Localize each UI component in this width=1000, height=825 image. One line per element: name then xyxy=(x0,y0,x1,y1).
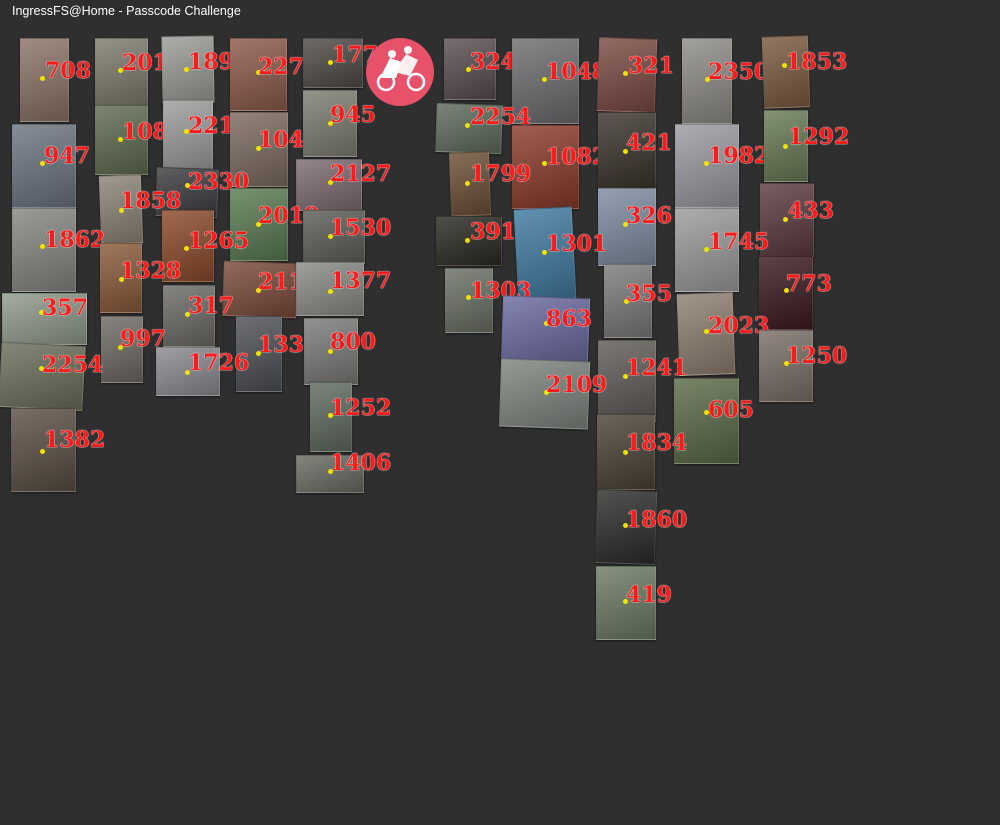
photo-tile[interactable] xyxy=(236,316,282,392)
photo-tile[interactable] xyxy=(445,268,493,333)
photo-tile[interactable] xyxy=(20,38,69,122)
photo-tile[interactable] xyxy=(512,38,579,124)
photo-tile[interactable] xyxy=(296,262,364,316)
photo-tile[interactable] xyxy=(303,210,365,264)
photo-tile[interactable] xyxy=(222,260,298,319)
photo-tile[interactable] xyxy=(675,208,739,292)
photo-tile[interactable] xyxy=(12,124,76,208)
photo-tile[interactable] xyxy=(0,341,86,412)
photo-tile[interactable] xyxy=(296,455,364,493)
photo-tile[interactable] xyxy=(676,292,736,376)
photo-tile[interactable] xyxy=(759,330,813,402)
photo-tile[interactable] xyxy=(500,295,591,364)
photo-tile[interactable] xyxy=(761,35,811,109)
photo-tile[interactable] xyxy=(163,100,213,172)
photo-tile[interactable] xyxy=(674,378,739,464)
photo-tile[interactable] xyxy=(448,151,492,217)
photo-tile[interactable] xyxy=(596,37,658,113)
photo-tile[interactable] xyxy=(598,340,656,422)
photo-tile[interactable] xyxy=(161,35,215,104)
photo-tile[interactable] xyxy=(594,488,658,566)
photo-tile[interactable] xyxy=(604,264,652,338)
photo-tile[interactable] xyxy=(436,216,502,266)
photo-tile[interactable] xyxy=(162,210,214,282)
photo-tile[interactable] xyxy=(597,414,655,490)
photo-tile[interactable] xyxy=(444,38,496,100)
photo-tile[interactable] xyxy=(675,124,739,208)
photo-tile[interactable] xyxy=(760,183,814,257)
photo-tile[interactable] xyxy=(304,318,358,385)
photo-tile[interactable] xyxy=(2,293,87,345)
photo-tile[interactable] xyxy=(98,174,144,245)
photo-tile[interactable] xyxy=(296,159,362,211)
cyclists-icon xyxy=(366,38,434,106)
photo-tile[interactable] xyxy=(682,38,732,124)
photo-tile[interactable] xyxy=(759,256,813,330)
photo-tile[interactable] xyxy=(764,110,808,182)
photo-tile[interactable] xyxy=(435,102,503,155)
photo-tile[interactable] xyxy=(310,382,352,452)
photo-tile[interactable] xyxy=(513,206,577,302)
photo-tile[interactable] xyxy=(230,188,288,261)
photo-tile[interactable] xyxy=(498,358,591,430)
photo-tile[interactable] xyxy=(11,408,76,492)
photo-tile[interactable] xyxy=(230,38,287,111)
photo-tile[interactable] xyxy=(163,285,215,347)
photo-tile[interactable] xyxy=(512,125,579,209)
photo-tile[interactable] xyxy=(303,38,363,88)
photo-tile[interactable] xyxy=(95,38,148,106)
photo-tile[interactable] xyxy=(156,347,220,396)
photo-tile[interactable] xyxy=(598,188,656,266)
passcode-board: 708 2017 1894 2272 1777 324 1048 321 2350 1853 108… xyxy=(0,0,1000,825)
photo-tile[interactable] xyxy=(596,566,656,640)
photo-tile[interactable] xyxy=(303,90,357,157)
photo-tile[interactable] xyxy=(95,105,148,175)
photo-tile[interactable] xyxy=(230,112,288,187)
photo-tile[interactable] xyxy=(12,208,76,292)
photo-tile[interactable] xyxy=(101,316,143,383)
photo-tile[interactable] xyxy=(598,112,656,190)
photo-tile[interactable] xyxy=(100,243,142,313)
